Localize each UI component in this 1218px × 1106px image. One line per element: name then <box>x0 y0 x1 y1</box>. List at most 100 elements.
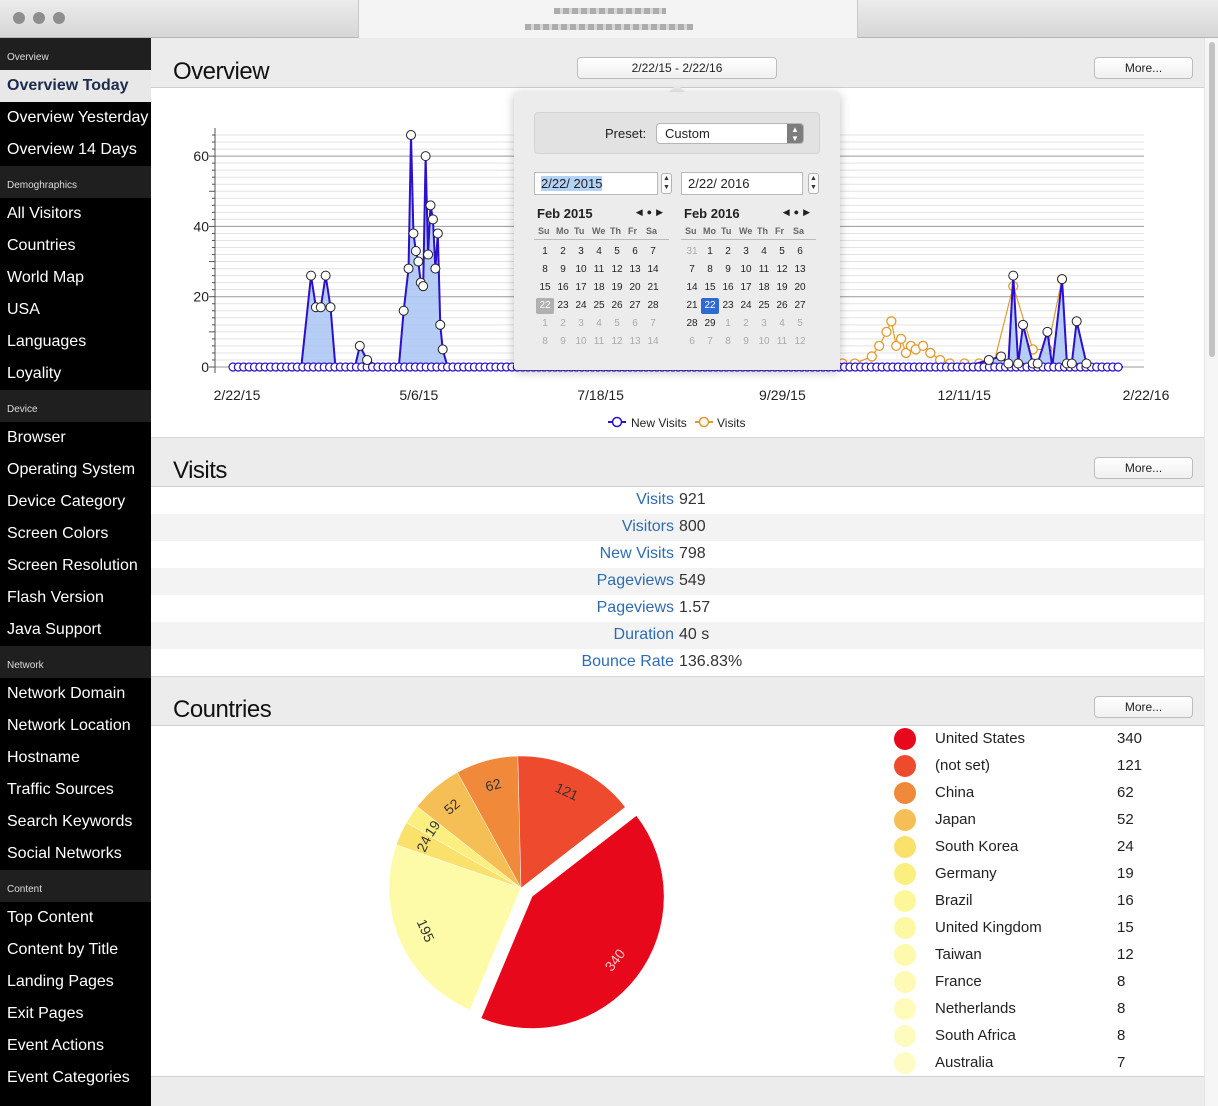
calendar-day[interactable]: 11 <box>590 334 608 350</box>
calendar-day[interactable]: 10 <box>755 334 773 350</box>
start-date-field[interactable]: 2/22/ 2015 <box>534 172 658 195</box>
calendar-day[interactable]: 12 <box>773 262 791 278</box>
calendar-day[interactable]: 4 <box>590 316 608 332</box>
calendar-day[interactable]: 14 <box>683 280 701 296</box>
zoom-window-button[interactable] <box>53 12 65 24</box>
calendar-day[interactable]: 20 <box>791 280 809 296</box>
stat-label[interactable]: Pageviews <box>597 599 674 617</box>
calendar-day[interactable]: 16 <box>554 280 572 296</box>
country-row[interactable]: France 8 <box>891 969 1204 996</box>
calendar-nav-arrows-icon[interactable]: ◀●▶ <box>636 207 667 218</box>
calendar-day[interactable]: 28 <box>644 298 662 314</box>
sidebar-item-network-domain[interactable]: Network Domain <box>0 678 151 710</box>
date-range-button[interactable]: 2/22/15 - 2/22/16 <box>577 57 777 79</box>
calendar-day[interactable]: 3 <box>755 316 773 332</box>
sidebar-item-hostname[interactable]: Hostname <box>0 742 151 774</box>
calendar-day[interactable]: 11 <box>755 262 773 278</box>
calendar-day[interactable]: 16 <box>719 280 737 296</box>
country-row[interactable]: United Kingdom 15 <box>891 915 1204 942</box>
calendar-day[interactable]: 12 <box>608 262 626 278</box>
calendar-day[interactable]: 4 <box>773 316 791 332</box>
calendar-day[interactable]: 23 <box>554 298 572 314</box>
sidebar-item-browser[interactable]: Browser <box>0 422 151 454</box>
preset-select[interactable]: Custom ▲ ▼ <box>656 123 804 144</box>
calendar-day[interactable]: 1 <box>701 244 719 260</box>
sidebar-item-screen-resolution[interactable]: Screen Resolution <box>0 550 151 582</box>
calendar-day[interactable]: 11 <box>773 334 791 350</box>
calendar-day[interactable]: 24 <box>572 298 590 314</box>
calendar-day[interactable]: 5 <box>608 244 626 260</box>
calendar-day[interactable]: 2 <box>719 244 737 260</box>
calendar-day[interactable]: 24 <box>737 298 755 314</box>
sidebar-item-flash-version[interactable]: Flash Version <box>0 582 151 614</box>
calendar-day[interactable]: 5 <box>773 244 791 260</box>
country-row[interactable]: South Korea 24 <box>891 834 1204 861</box>
calendar-day[interactable]: 27 <box>791 298 809 314</box>
calendar-day[interactable]: 22 <box>536 298 554 314</box>
calendar-day[interactable]: 10 <box>737 262 755 278</box>
calendar-day[interactable]: 10 <box>572 262 590 278</box>
calendar-day[interactable]: 18 <box>755 280 773 296</box>
countries-more-button[interactable]: More... <box>1094 696 1193 718</box>
calendar-day[interactable]: 1 <box>536 244 554 260</box>
calendar-day[interactable]: 11 <box>590 262 608 278</box>
calendar-day[interactable]: 8 <box>536 262 554 278</box>
sidebar-item-traffic-sources[interactable]: Traffic Sources <box>0 774 151 806</box>
calendar-day[interactable]: 7 <box>644 244 662 260</box>
minimize-window-button[interactable] <box>33 12 45 24</box>
sidebar-item-event-actions[interactable]: Event Actions <box>0 1030 151 1062</box>
country-row[interactable]: Taiwan 12 <box>891 942 1204 969</box>
calendar-day[interactable]: 3 <box>737 244 755 260</box>
country-row[interactable]: Brazil 16 <box>891 888 1204 915</box>
calendar-day[interactable]: 12 <box>791 334 809 350</box>
calendar-day[interactable]: 3 <box>572 244 590 260</box>
calendar-day[interactable]: 18 <box>590 280 608 296</box>
country-row[interactable]: Germany 19 <box>891 861 1204 888</box>
calendar-day[interactable]: 27 <box>626 298 644 314</box>
visits-more-button[interactable]: More... <box>1094 457 1193 479</box>
stat-label[interactable]: Visitors <box>622 518 674 536</box>
close-window-button[interactable] <box>13 12 25 24</box>
sidebar-item-countries[interactable]: Countries <box>0 230 151 262</box>
calendar-day[interactable]: 17 <box>737 280 755 296</box>
calendar-day[interactable]: 9 <box>554 334 572 350</box>
calendar-day[interactable]: 28 <box>683 316 701 332</box>
calendar-day[interactable]: 17 <box>572 280 590 296</box>
sidebar-item-search-keywords[interactable]: Search Keywords <box>0 806 151 838</box>
calendar-day[interactable]: 9 <box>554 262 572 278</box>
calendar-day[interactable]: 13 <box>791 262 809 278</box>
stat-label[interactable]: Bounce Rate <box>581 653 674 671</box>
sidebar-item-overview-today[interactable]: Overview Today <box>0 70 151 102</box>
calendar-day[interactable]: 7 <box>683 262 701 278</box>
sidebar-item-exit-pages[interactable]: Exit Pages <box>0 998 151 1030</box>
calendar-day[interactable]: 8 <box>701 262 719 278</box>
calendar-day[interactable]: 5 <box>791 316 809 332</box>
calendar-day[interactable]: 21 <box>644 280 662 296</box>
overview-more-button[interactable]: More... <box>1094 57 1193 79</box>
sidebar-item-network-location[interactable]: Network Location <box>0 710 151 742</box>
sidebar-item-screen-colors[interactable]: Screen Colors <box>0 518 151 550</box>
sidebar-item-world-map[interactable]: World Map <box>0 262 151 294</box>
calendar-day[interactable]: 7 <box>701 334 719 350</box>
calendar-day[interactable]: 6 <box>791 244 809 260</box>
stat-label[interactable]: Visits <box>636 491 674 509</box>
country-row[interactable]: (not set) 121 <box>891 753 1204 780</box>
calendar-day[interactable]: 6 <box>683 334 701 350</box>
calendar-day[interactable]: 7 <box>644 316 662 332</box>
calendar-day[interactable]: 2 <box>737 316 755 332</box>
calendar-day[interactable]: 8 <box>536 334 554 350</box>
vertical-scrollbar[interactable] <box>1204 38 1218 1106</box>
calendar-day[interactable]: 25 <box>590 298 608 314</box>
calendar-day[interactable]: 29 <box>701 316 719 332</box>
country-row[interactable]: Netherlands 8 <box>891 996 1204 1023</box>
sidebar-item-java-support[interactable]: Java Support <box>0 614 151 646</box>
country-row[interactable]: South Africa 8 <box>891 1023 1204 1050</box>
calendar-day[interactable]: 14 <box>644 334 662 350</box>
calendar-day[interactable]: 19 <box>608 280 626 296</box>
calendar-day[interactable]: 15 <box>701 280 719 296</box>
sidebar-item-landing-pages[interactable]: Landing Pages <box>0 966 151 998</box>
country-row[interactable]: Australia 7 <box>891 1050 1204 1077</box>
calendar-day[interactable]: 26 <box>773 298 791 314</box>
calendar-day[interactable]: 22 <box>701 298 719 314</box>
calendar-day[interactable]: 6 <box>626 316 644 332</box>
